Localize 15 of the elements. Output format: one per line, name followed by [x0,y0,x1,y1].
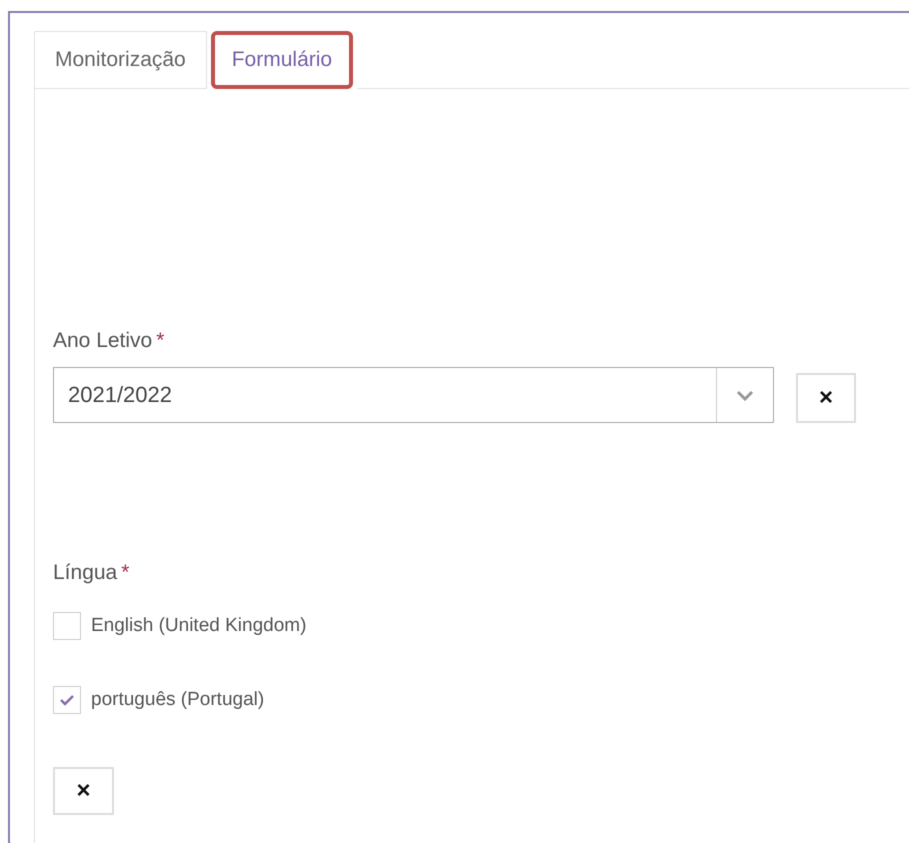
checkmark-icon [59,694,75,706]
checkbox-label[interactable]: English (United Kingdom) [91,615,306,637]
checkbox-label[interactable]: português (Portugal) [91,689,264,711]
tab[interactable]: Monitorização [34,31,207,89]
checkbox[interactable] [53,612,81,640]
field-label: Ano Letivo [53,329,152,353]
clear-button[interactable]: × [796,373,856,423]
required-asterisk: * [121,561,130,585]
required-asterisk: * [156,329,164,353]
checkbox[interactable] [53,686,81,714]
field-label: Língua [53,561,118,585]
clear-button[interactable]: × [53,767,114,815]
select-field[interactable]: 2021/2022 [53,367,774,423]
tab[interactable]: Formulário [210,31,354,89]
chevron-down-icon [736,390,754,400]
